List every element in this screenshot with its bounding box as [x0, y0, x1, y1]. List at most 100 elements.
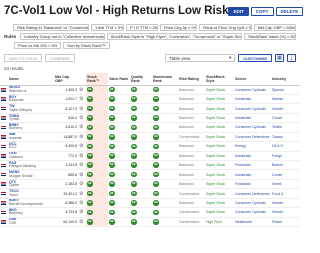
col-header[interactable]: [0, 73, 8, 86]
gear-icon[interactable]: ⚙: [79, 134, 83, 140]
industry-link[interactable]: Textile: [271, 122, 300, 133]
copy-button[interactable]: COPY: [250, 6, 274, 16]
gear-icon[interactable]: ⚙: [79, 162, 83, 168]
col-header[interactable]: Momentum Rank: [152, 73, 178, 86]
rule-chip[interactable]: Risk Rating in "Balanced" or "Conservati…: [13, 24, 90, 31]
mkt-cap-cell: 5,409.6: [54, 141, 78, 152]
rule-chip[interactable]: Mkt Cap GBP > 500m: [253, 24, 296, 31]
rule-chip[interactable]: Industry Group not in "Collective Invest…: [20, 33, 105, 40]
momentum-rank-badge: 99: [153, 134, 159, 140]
rule-chip[interactable]: StockRank Style in "High Flyer", "Contra…: [106, 33, 243, 40]
sector-link[interactable]: Consumer Defensives: [234, 132, 271, 143]
sector-link[interactable]: Healthcare: [234, 217, 271, 228]
sector-link[interactable]: Consumer Cyclicals: [234, 85, 271, 95]
sort-chip[interactable]: Sort by Stock Rank™: [63, 42, 110, 49]
col-header[interactable]: Name: [8, 73, 54, 86]
stock-rank-badge: 99: [87, 96, 93, 102]
sector-link[interactable]: Financials: [234, 160, 271, 171]
gear-icon[interactable]: ⚙: [79, 172, 83, 178]
gear-icon[interactable]: ⚙: [79, 115, 83, 121]
sector-link[interactable]: Financials: [234, 179, 271, 190]
download-icon[interactable]: ⤓: [287, 54, 296, 62]
sector-link[interactable]: Industrials: [234, 113, 271, 124]
table-row[interactable]: BDEV Barratt Developments 6,388.3 ⚙ 99 99 99 99…: [0, 198, 300, 209]
col-header[interactable]: Quality Rank: [130, 73, 152, 86]
edit-button[interactable]: EDIT: [228, 6, 249, 16]
industry-link[interactable]: Constr: [271, 113, 300, 124]
gear-icon[interactable]: ⚙: [79, 181, 83, 187]
quality-rank-badge: 99: [131, 153, 137, 159]
results-count: 24 results: [4, 66, 24, 71]
table-row[interactable]: BOY Bodycote 1,022.7 ⚙ 99 99 99 99 Balanced Super…: [0, 94, 300, 105]
industry-link[interactable]: Freigh: [271, 151, 300, 162]
col-header[interactable]: Stock Rank™: [86, 73, 108, 86]
col-header[interactable]: StockRank Style: [205, 73, 234, 86]
table-row[interactable]: TSCO Tesco 20,421.2 ⚙ 99 99 99 99 Conservative Su…: [0, 188, 300, 199]
table-row[interactable]: QTY Quilter 2,183.8 ⚙ 99 99 99 99 Balanced Super …: [0, 179, 300, 190]
table-row[interactable]: PAG Paragon Banking 1,241.6 ⚙ 99 99 99 99 Balanc…: [0, 160, 300, 171]
industry-link[interactable]: Constr: [271, 169, 300, 180]
company-name: Quilter: [9, 183, 20, 188]
gear-icon[interactable]: ⚙: [79, 209, 83, 215]
style-cell: Super Stock: [205, 122, 234, 133]
industry-link[interactable]: Oil & G: [271, 141, 300, 152]
gear-icon[interactable]: ⚙: [79, 191, 83, 197]
col-header[interactable]: Risk Rating: [178, 73, 205, 86]
industry-link[interactable]: Homeb: [271, 103, 300, 114]
gear-icon[interactable]: ⚙: [79, 87, 83, 93]
table-row[interactable]: BKG Berkeley 4,703.6 ⚙ 99 99 99 99 Conservative S…: [0, 207, 300, 218]
sector-link[interactable]: Consumer Cyclicals: [234, 103, 271, 114]
table-row[interactable]: TW. Taylor Wimpey 5,127.0 ⚙ 99 99 99 99 Balanced…: [0, 103, 300, 114]
industry-link[interactable]: Special: [271, 85, 300, 95]
col-header[interactable]: Sector: [234, 73, 271, 86]
industry-link[interactable]: Tobacc: [271, 132, 300, 143]
sector-link[interactable]: Industrials: [234, 169, 271, 180]
industry-link[interactable]: Homeb: [271, 207, 300, 218]
rule-chip[interactable]: P / E TTM < 20: [126, 24, 159, 31]
table-row[interactable]: DCC DCC 5,409.6 ⚙ 99 99 99 99 Balanced Super Stoc…: [0, 141, 300, 152]
sector-link[interactable]: Energy: [234, 141, 271, 152]
sector-link[interactable]: Consumer Cyclicals: [234, 122, 271, 133]
table-row[interactable]: MGNS Morgan Sindall 855.8 ⚙ 99 99 99 99 Balanced…: [0, 169, 300, 180]
risk-rating-cell: Balanced: [178, 160, 205, 171]
col-header[interactable]: Industry: [271, 73, 300, 86]
gear-icon[interactable]: ⚙: [79, 106, 83, 112]
sector-link[interactable]: Consumer Cyclicals: [234, 198, 271, 209]
gear-icon[interactable]: ⚙: [79, 124, 83, 130]
customise-button[interactable]: CUSTOMISE: [238, 54, 272, 62]
industry-link[interactable]: Pharm: [271, 217, 300, 228]
industry-link[interactable]: Invest: [271, 179, 300, 190]
industry-link[interactable]: Bankin: [271, 160, 300, 171]
rule-chip[interactable]: Rank of Price Chg 1y/6 < 50: [199, 24, 252, 31]
industry-link[interactable]: Food &: [271, 188, 300, 199]
rule-chip[interactable]: Price vs MA 200 > 0%: [14, 42, 62, 49]
rule-chip[interactable]: Yield TTM > 3%: [91, 24, 125, 31]
col-header[interactable]: Value Rank: [108, 73, 130, 86]
table-row[interactable]: CKN Clarkson 772.9 ⚙ 99 99 99 99 Balanced Super S…: [0, 151, 300, 162]
table-row[interactable]: GSK GSK 60,129.0 ⚙ 99 99 99 99 Conservative High …: [0, 217, 300, 228]
industry-link[interactable]: Machin: [271, 94, 300, 105]
rule-chip[interactable]: Price Chg 5y > 0%: [160, 24, 198, 31]
gear-icon[interactable]: ⚙: [79, 143, 83, 149]
grid-view-icon[interactable]: ▦: [275, 54, 284, 62]
gear-icon[interactable]: ⚙: [79, 96, 83, 102]
col-header[interactable]: Mkt Cap GBP: [54, 73, 78, 86]
rule-chip[interactable]: StockRank Value (%) > 50: [244, 33, 296, 40]
gear-icon[interactable]: ⚙: [79, 200, 83, 206]
industry-link[interactable]: Homeb: [271, 198, 300, 209]
company-name: Morgan Sindall: [9, 173, 33, 178]
view-select[interactable]: Table view ▾: [165, 54, 236, 62]
gear-icon[interactable]: ⚙: [79, 153, 83, 159]
delete-button[interactable]: DELETE: [275, 6, 304, 16]
add-to-folio-button[interactable]: ADD TO FOLIO: [4, 54, 43, 62]
gear-icon[interactable]: ⚙: [79, 219, 83, 225]
sector-link[interactable]: Consumer Defensives: [234, 188, 271, 199]
compare-button[interactable]: COMPARE: [45, 54, 76, 62]
sector-link[interactable]: Industrials: [234, 151, 271, 162]
table-row[interactable]: WOSG Watches of 1,305.2 ⚙ 99 99 99 99 Balanced Su…: [0, 85, 300, 95]
sector-link[interactable]: Consumer Cyclicals: [234, 207, 271, 218]
table-row[interactable]: TNMA Tyman 616.4 ⚙ 99 99 99 99 Balanced Super Sto…: [0, 113, 300, 124]
sector-link[interactable]: Industrials: [234, 94, 271, 105]
table-row[interactable]: BRBY Burberry 4,610.2 ⚙ 99 99 99 99 Balanced Supe…: [0, 122, 300, 133]
table-row[interactable]: IMB Imperial 14,887.0 ⚙ 99 99 99 99 Conservative…: [0, 132, 300, 143]
